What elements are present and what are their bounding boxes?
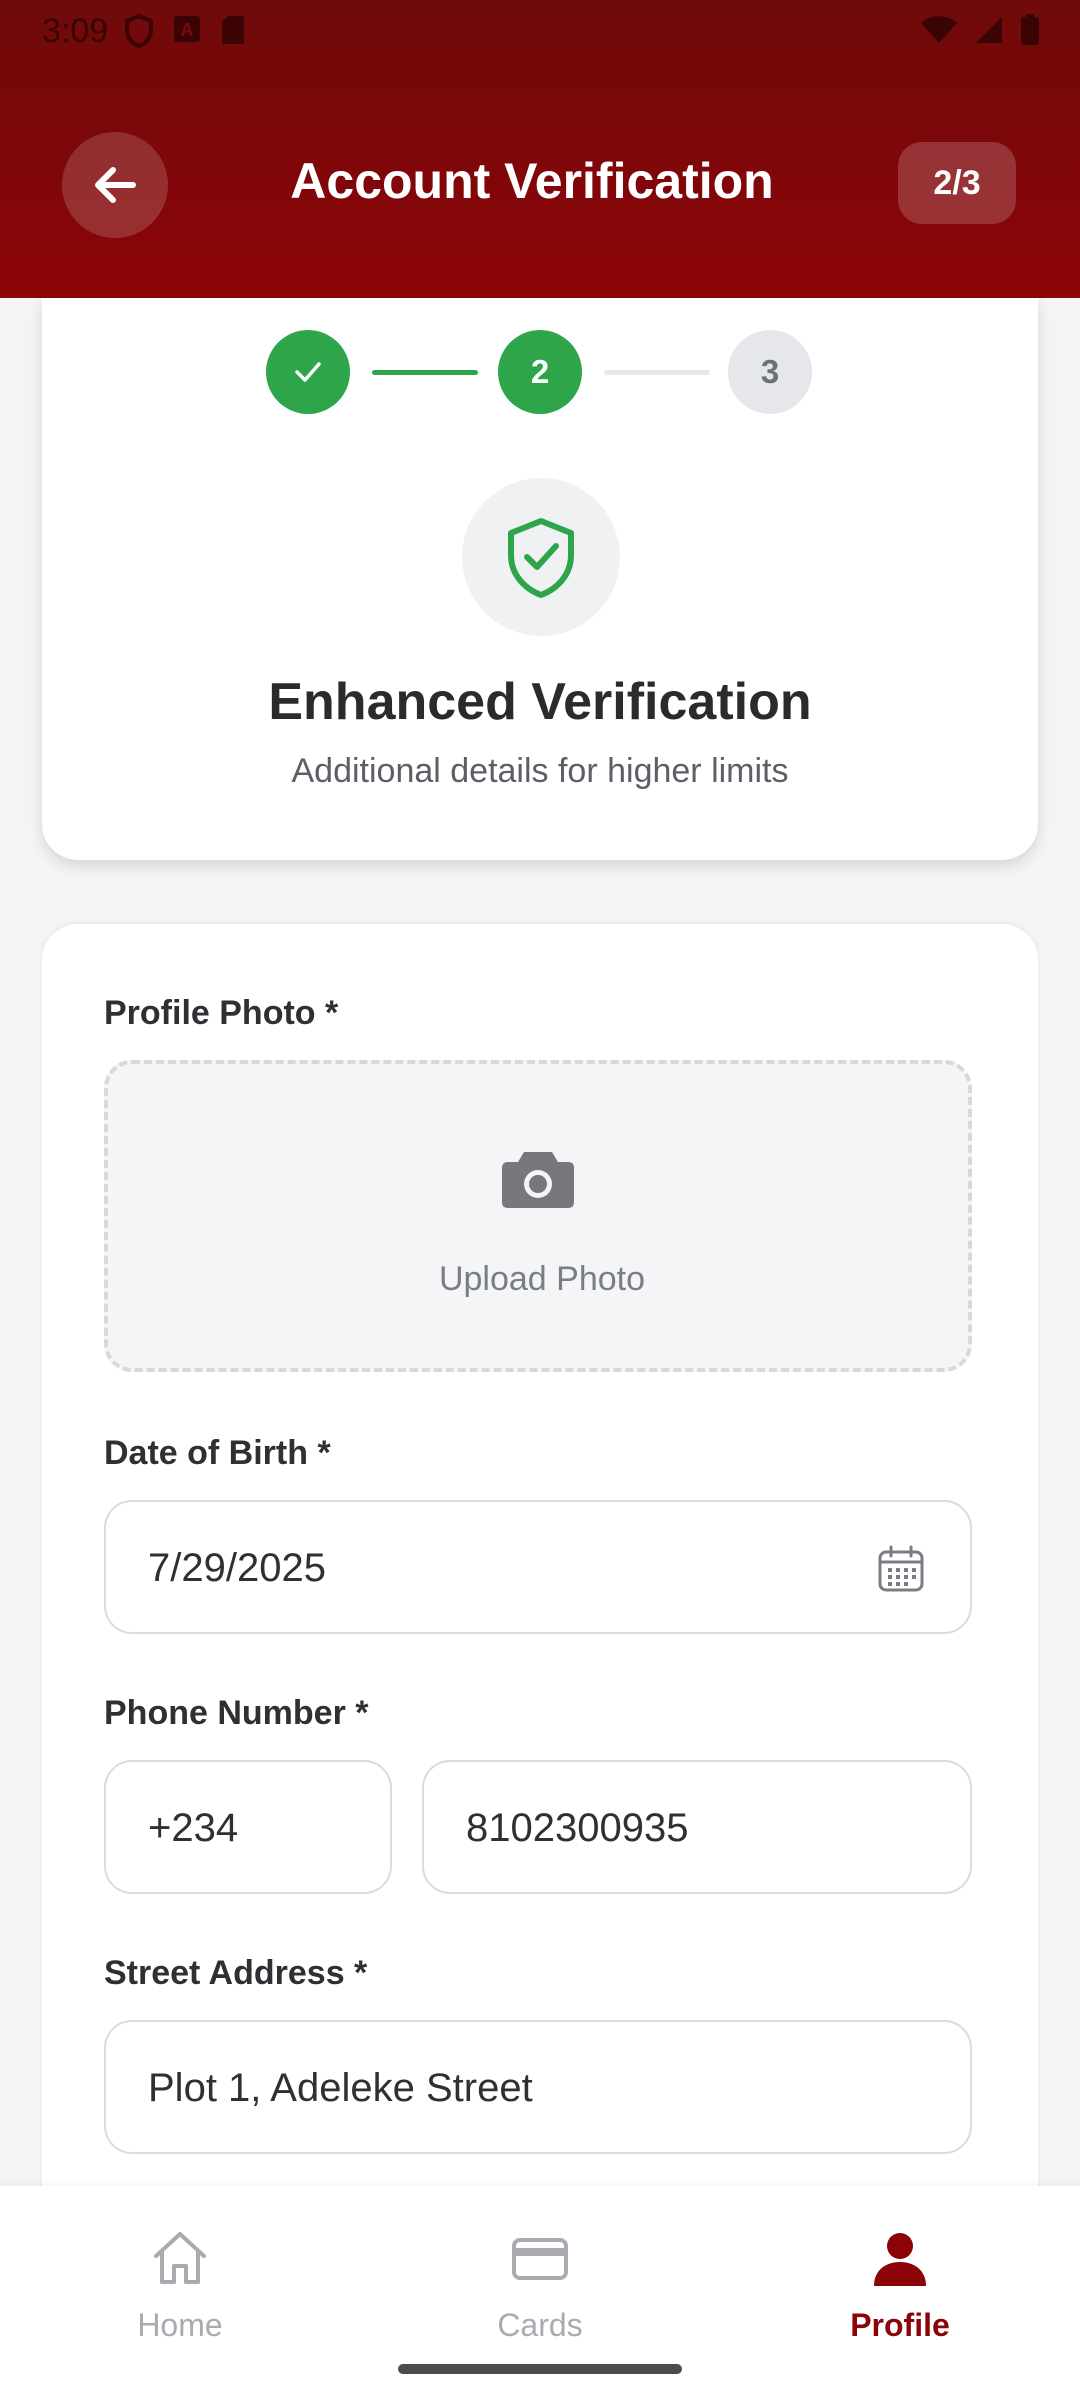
street-address-field[interactable]: Plot 1, Adeleke Street bbox=[104, 2020, 972, 2154]
nav-profile[interactable]: Profile bbox=[800, 2226, 1000, 2344]
shield-status-icon bbox=[125, 14, 153, 48]
country-code-field[interactable]: +234 bbox=[104, 1760, 392, 1894]
sd-card-status-icon bbox=[222, 16, 244, 44]
profile-icon bbox=[874, 2233, 926, 2286]
card-icon bbox=[512, 2238, 568, 2280]
intro-subtitle: Additional details for higher limits bbox=[291, 752, 789, 790]
shield-check-icon bbox=[508, 518, 574, 598]
stepper-connector-complete bbox=[372, 370, 478, 375]
status-time: 3:09 bbox=[42, 12, 109, 50]
nav-home-label: Home bbox=[137, 2307, 223, 2343]
status-bar: 3:09 A bbox=[0, 0, 1080, 64]
calendar-icon[interactable] bbox=[876, 1544, 926, 1594]
status-notification-icons: A bbox=[124, 14, 246, 48]
battery-icon bbox=[1021, 14, 1039, 45]
stepper-connector-pending bbox=[604, 370, 710, 375]
svg-text:A: A bbox=[181, 20, 194, 40]
verification-form: Profile Photo * Upload Photo Date of Bir… bbox=[42, 924, 1038, 2224]
app-header: 3:09 A Account Verification 2/3 bbox=[0, 0, 1080, 298]
home-indicator[interactable] bbox=[398, 2364, 682, 2374]
phone-number-field[interactable]: 8102300935 bbox=[422, 1760, 972, 1894]
step-progress-badge: 2/3 bbox=[898, 142, 1016, 224]
camera-icon bbox=[500, 1148, 576, 1215]
dob-value: 7/29/2025 bbox=[148, 1546, 326, 1590]
nav-cards[interactable]: Cards bbox=[440, 2226, 640, 2344]
step-2-current: 2 bbox=[498, 330, 582, 414]
status-system-icons bbox=[920, 14, 1040, 46]
profile-photo-label: Profile Photo * bbox=[104, 994, 339, 1032]
verification-intro-card: 2 3 Enhanced Verification Additional det… bbox=[42, 298, 1038, 860]
upload-photo-label: Upload Photo bbox=[438, 1260, 646, 1298]
nav-cards-label: Cards bbox=[497, 2307, 583, 2343]
intro-title: Enhanced Verification bbox=[268, 673, 812, 731]
step-1-complete bbox=[266, 330, 350, 414]
phone-number-value: 8102300935 bbox=[466, 1806, 689, 1850]
signal-icon bbox=[976, 17, 1002, 43]
dob-label: Date of Birth * bbox=[104, 1434, 331, 1472]
wifi-icon bbox=[921, 16, 957, 43]
nav-profile-label: Profile bbox=[850, 2307, 950, 2343]
check-icon bbox=[295, 362, 321, 382]
home-icon bbox=[154, 2232, 206, 2284]
nav-home[interactable]: Home bbox=[80, 2226, 280, 2344]
country-code-value: +234 bbox=[148, 1806, 239, 1850]
a-status-icon: A bbox=[174, 16, 200, 42]
photo-upload-area[interactable]: Upload Photo bbox=[104, 1060, 972, 1372]
shield-badge bbox=[462, 478, 620, 636]
phone-label: Phone Number * bbox=[104, 1694, 369, 1732]
dob-field[interactable]: 7/29/2025 bbox=[104, 1500, 972, 1634]
step-3-pending: 3 bbox=[728, 330, 812, 414]
street-address-value: Plot 1, Adeleke Street bbox=[148, 2066, 533, 2110]
street-address-label: Street Address * bbox=[104, 1954, 368, 1992]
